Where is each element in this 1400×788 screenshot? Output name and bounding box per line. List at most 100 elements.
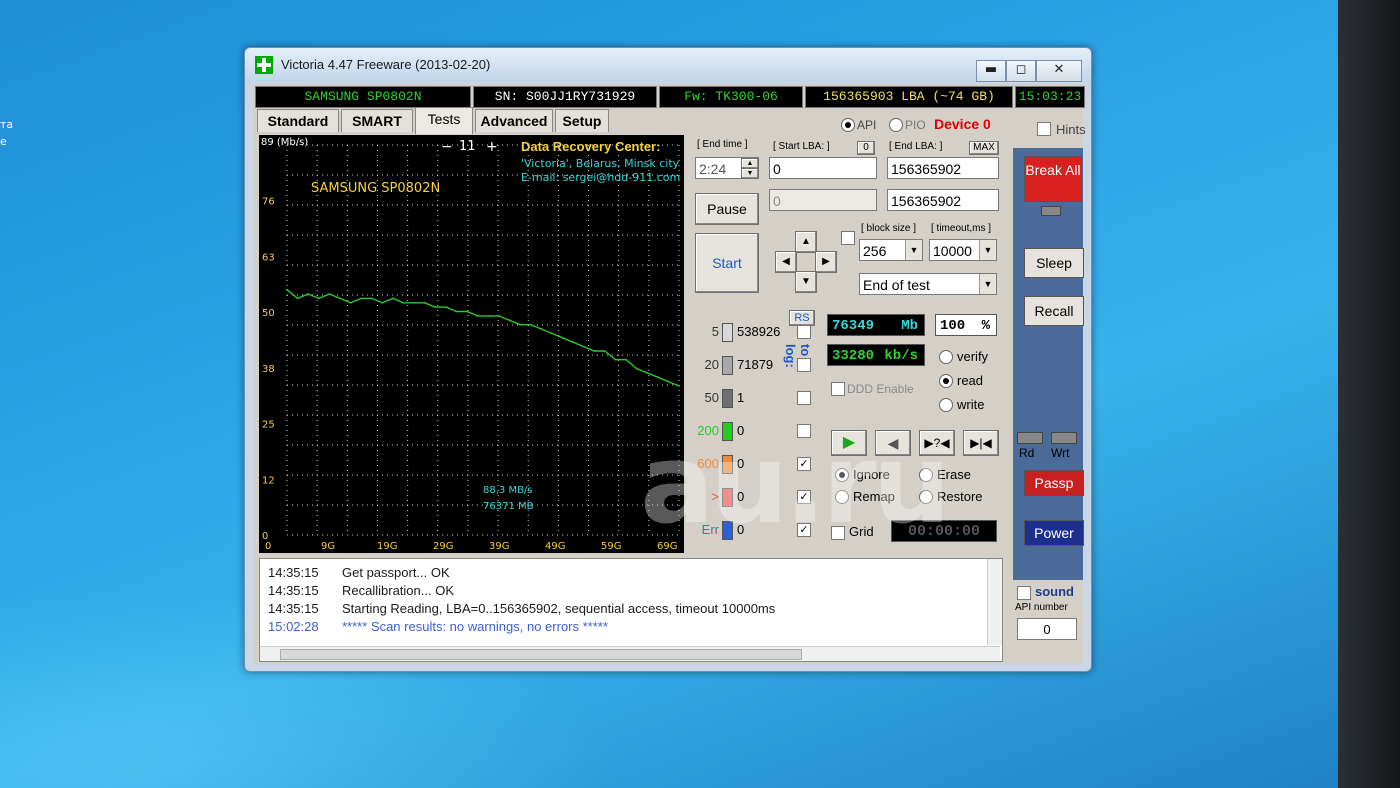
- grid-checkbox[interactable]: [831, 526, 845, 540]
- x-tick-label: 49G: [545, 541, 565, 552]
- y-tick-label: 63: [262, 252, 275, 263]
- ignore-radio[interactable]: [835, 468, 849, 482]
- scale-minus-button[interactable]: −: [441, 139, 453, 155]
- progress-speed-value: 33280: [832, 348, 875, 364]
- end-lba-max-button[interactable]: MAX: [969, 141, 999, 155]
- rewind-icon[interactable]: ◀: [875, 430, 911, 456]
- maximize-button[interactable]: ◻: [1006, 60, 1036, 82]
- read-radio[interactable]: [939, 374, 953, 388]
- log-checkbox[interactable]: [797, 358, 811, 372]
- power-button[interactable]: Power: [1024, 520, 1084, 546]
- end-lba-input[interactable]: 156365902: [887, 157, 999, 179]
- status-led: [1041, 206, 1061, 216]
- close-button[interactable]: ✕: [1036, 60, 1082, 82]
- erase-radio[interactable]: [919, 468, 933, 482]
- tab-smart[interactable]: SMART: [341, 109, 413, 132]
- recall-button[interactable]: Recall: [1024, 296, 1084, 326]
- stat-count: 0: [737, 456, 745, 471]
- start-lba-label: [ Start LBA: ]: [773, 141, 830, 152]
- skip-end-icon[interactable]: ▶|◀: [963, 430, 999, 456]
- hints-checkbox[interactable]: [1037, 122, 1051, 136]
- log-text: Starting Reading, LBA=0..156365902, sequ…: [342, 601, 776, 616]
- log-checkbox[interactable]: [797, 424, 811, 438]
- write-radio[interactable]: [939, 398, 953, 412]
- ddd-checkbox[interactable]: [831, 382, 845, 396]
- drive-model: SAMSUNG SP0802N: [255, 86, 471, 108]
- pause-button[interactable]: Pause: [695, 193, 759, 225]
- chevron-down-icon[interactable]: ▼: [979, 274, 996, 294]
- direction-pad[interactable]: ▲ ◀ ▶ ▼: [775, 231, 837, 293]
- current-speed: 88,3 MB/s: [483, 485, 533, 496]
- log-line: 14:35:15 Starting Reading, LBA=0..1563659…: [268, 601, 775, 616]
- restore-radio[interactable]: [919, 490, 933, 504]
- tab-advanced[interactable]: Advanced: [475, 109, 553, 132]
- start-button[interactable]: Start: [695, 233, 759, 293]
- drc-title: Data Recovery Center:: [521, 139, 661, 154]
- end-action-select[interactable]: End of test ▼: [859, 273, 997, 295]
- stat-swatch: [722, 521, 733, 540]
- x-tick-label: 9G: [321, 541, 335, 552]
- monitor-bezel: [1338, 0, 1400, 788]
- log-line: 14:35:15 Get passport... OK: [268, 565, 450, 580]
- reset-stats-button[interactable]: RS: [789, 310, 815, 326]
- speed-data-point: [466, 310, 468, 313]
- speed-data-point: [455, 310, 458, 313]
- speed-data-point: [360, 297, 363, 300]
- drive-firmware: Fw: TK300-06: [659, 86, 803, 108]
- remap-radio[interactable]: [835, 490, 849, 504]
- desktop-icon-label[interactable]: та: [0, 118, 13, 131]
- scale-plus-button[interactable]: +: [486, 139, 498, 155]
- log-scroll-thumb[interactable]: [280, 649, 802, 660]
- desktop-icon-label[interactable]: е: [0, 135, 7, 148]
- skip-query-icon[interactable]: ▶?◀: [919, 430, 955, 456]
- arrow-left-icon[interactable]: ◀: [775, 251, 797, 273]
- start-lba-input[interactable]: 0: [769, 157, 877, 179]
- start-lba-zero-button[interactable]: 0: [857, 141, 875, 155]
- play-icon[interactable]: ▶: [831, 430, 867, 456]
- log-checkbox[interactable]: ✓: [797, 523, 811, 537]
- tab-setup[interactable]: Setup: [555, 109, 609, 132]
- chevron-down-icon[interactable]: ▼: [905, 240, 922, 260]
- speed-data-point: [582, 345, 585, 348]
- log-horizontal-scrollbar[interactable]: [260, 646, 1000, 661]
- sound-panel: sound API number 0: [1013, 580, 1083, 658]
- break-all-button[interactable]: Break All: [1024, 156, 1082, 202]
- speed-data-point: [646, 372, 649, 374]
- minimize-button[interactable]: ▬: [976, 60, 1006, 82]
- x-tick-label: 69G: [657, 541, 677, 552]
- api-radio[interactable]: [841, 118, 855, 132]
- log-text: Get passport... OK: [342, 565, 450, 580]
- speed-data-point: [296, 297, 299, 300]
- x-tick-label: 29G: [433, 541, 453, 552]
- speed-graph: 76 63 50 38 25 12 0 0 9G 19G 29G 39G 49G 59G 69G 89 (M…: [259, 135, 684, 553]
- y-tick-label: 76: [262, 197, 275, 208]
- tab-standard[interactable]: Standard: [257, 109, 339, 132]
- speed-data-point: [508, 319, 511, 322]
- block-size-select[interactable]: 256 ▼: [859, 239, 923, 261]
- sound-checkbox[interactable]: [1017, 586, 1031, 600]
- api-number-input[interactable]: 0: [1017, 618, 1077, 640]
- log-checkbox[interactable]: [797, 391, 811, 405]
- progress-speed-unit: kb/s: [884, 348, 918, 364]
- verify-radio[interactable]: [939, 350, 953, 364]
- timeout-select[interactable]: 10000 ▼: [929, 239, 997, 261]
- pio-radio[interactable]: [889, 118, 903, 132]
- tab-tests[interactable]: Tests: [415, 107, 473, 134]
- log-checkbox[interactable]: [797, 325, 811, 339]
- direction-checkbox[interactable]: [841, 231, 855, 245]
- title-bar[interactable]: Victoria 4.47 Freeware (2013-02-20) ▬ ◻ …: [245, 48, 1091, 82]
- arrow-down-icon[interactable]: ▼: [795, 271, 817, 293]
- sleep-button[interactable]: Sleep: [1024, 248, 1084, 278]
- arrow-up-icon[interactable]: ▲: [795, 231, 817, 253]
- log-checkbox[interactable]: ✓: [797, 490, 811, 504]
- passp-button[interactable]: Passp: [1024, 470, 1084, 496]
- log-vertical-scrollbar[interactable]: [987, 559, 1002, 645]
- chevron-down-icon[interactable]: ▼: [979, 240, 996, 260]
- stat-row: 200 0: [693, 419, 811, 443]
- arrow-right-icon[interactable]: ▶: [815, 251, 837, 273]
- stat-threshold: Err: [701, 522, 719, 537]
- progress-speed: 33280 kb/s: [827, 344, 925, 366]
- stat-swatch: [722, 422, 733, 441]
- log-checkbox[interactable]: ✓: [797, 457, 811, 471]
- end-time-down-icon[interactable]: ▼: [741, 168, 759, 179]
